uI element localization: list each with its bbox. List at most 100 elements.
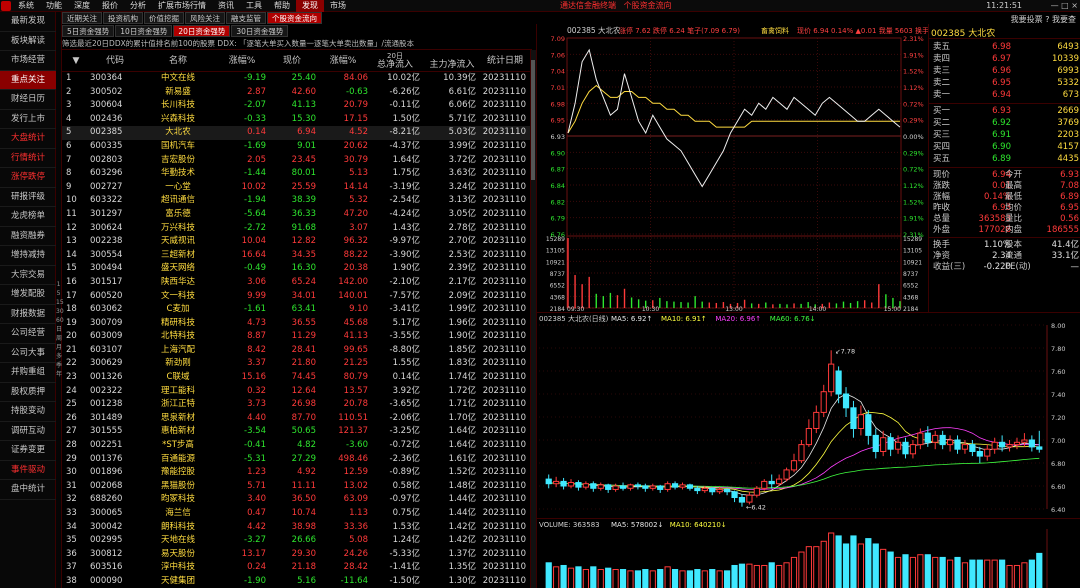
row-index[interactable]: 29 [66,453,86,467]
table-row[interactable]: 4 002436 兴森科技 -0.33 15.30 17.15 1.50亿 5.71亿 2023… [62,113,530,127]
stock-code[interactable]: 603296 [90,167,140,181]
row-index[interactable]: 7 [66,154,86,168]
sidebar-item[interactable]: 龙虎榜单 [0,207,56,227]
table-row[interactable]: 28 002251 *ST步高 -0.41 4.82 -3.60 -0.72亿 1.64亿 20… [62,439,530,453]
ask-row[interactable]: 卖三 6.96 6993 [933,66,1079,77]
sidebar-item[interactable]: 发行上市 [0,110,56,129]
menu-item[interactable]: 工具 [240,0,268,12]
col-name[interactable]: 名称 [142,50,214,72]
stock-code[interactable]: 603107 [90,344,140,358]
table-row[interactable]: 22 300629 新劲刚 3.37 21.80 21.25 1.55亿 1.83亿 20231… [62,357,530,371]
table-row[interactable]: 32 688260 昀冢科技 3.40 36.50 63.09 -0.97亿 1.44亿 202… [62,493,530,507]
table-row[interactable]: 14 300554 三超新材 16.64 34.35 88.22 -3.90亿 2.53亿 20… [62,249,530,263]
bid-row[interactable]: 买二 6.92 3769 [933,118,1079,129]
table-row[interactable]: 19 300709 精研科技 4.73 36.55 45.68 5.17亿 1.96亿 2023… [62,317,530,331]
table-row[interactable]: 17 600520 文一科技 9.99 34.01 140.01 -7.57亿 2.09亿 20… [62,290,530,304]
row-index[interactable]: 20 [66,330,86,344]
stock-name[interactable]: 盛天网络 [142,262,214,276]
stock-code[interactable]: 002727 [90,181,140,195]
sidebar-item[interactable]: 事件驱动 [0,461,56,480]
sidebar-item[interactable]: 盘中统计 [0,480,56,500]
sidebar-item[interactable]: 财报数据 [0,305,56,324]
row-index[interactable]: 1 [66,72,86,86]
table-row[interactable]: 35 002995 天地在线 -3.27 26.66 5.08 1.24亿 1.42亿 2023… [62,534,530,548]
table-row[interactable]: 33 300065 海兰信 0.47 10.74 1.13 0.75亿 1.44亿 202311… [62,507,530,521]
stock-code[interactable]: 301555 [90,425,140,439]
stock-name[interactable]: 长川科技 [142,99,214,113]
category-tab[interactable]: 价值挖掘 [144,12,184,24]
marquee-text[interactable]: 通达信金融终端 个股资金流向 [560,0,672,12]
row-index[interactable]: 15 [66,262,86,276]
row-index[interactable]: 22 [66,357,86,371]
menu-item[interactable]: 系统 [12,0,40,12]
stock-code[interactable]: 603062 [90,303,140,317]
row-index[interactable]: 10 [66,194,86,208]
stock-code[interactable]: 001238 [90,398,140,412]
table-row[interactable]: 37 603516 淳中科技 0.24 21.18 28.42 -1.41亿 1.35亿 202… [62,561,530,575]
row-index[interactable]: 36 [66,548,86,562]
volume-chart[interactable]: VOLUME: 363583 MA5: 578002↓ MA10: 640210↓ [536,518,1080,588]
stock-name[interactable]: 精研科技 [142,317,214,331]
stock-code[interactable]: 002803 [90,154,140,168]
row-index[interactable]: 37 [66,561,86,575]
ask-row[interactable]: 卖一 6.94 673 [933,90,1079,101]
sidebar-item[interactable]: 并购重组 [0,363,56,383]
period-button[interactable]: 季 [56,361,62,370]
window-controls[interactable]: — □ × [1051,1,1078,10]
period-button[interactable]: 年 [56,370,62,379]
period-button[interactable]: 多 [56,352,62,361]
table-row[interactable]: 26 301489 思泉新材 4.40 87.70 110.51 -2.06亿 1.70亿 20… [62,412,530,426]
sidebar-item[interactable]: 调研互动 [0,422,56,441]
stock-name[interactable]: 淳中科技 [142,561,214,575]
period-tab[interactable]: 20日资金强势 [173,25,231,37]
menu-item[interactable]: 报价 [96,0,124,12]
menu-item[interactable]: 市场 [324,0,352,12]
stock-code[interactable]: 301297 [90,208,140,222]
stock-code[interactable]: 001326 [90,371,140,385]
period-button[interactable]: 30 [56,307,64,316]
stock-name[interactable]: 北特科技 [142,330,214,344]
category-tab[interactable]: 投资机构 [103,12,143,24]
row-index[interactable]: 11 [66,208,86,222]
sidebar-item[interactable]: 研报评级 [0,188,56,207]
table-row[interactable]: 6 600335 国机汽车 -1.69 9.01 20.62 -4.37亿 3.99亿 2023… [62,140,530,154]
period-button[interactable]: 日 [56,325,62,334]
table-row[interactable]: 5 002385 大北农 0.14 6.94 4.52 -8.21亿 5.03亿 2023111… [62,126,530,140]
table-row[interactable]: 31 002068 黑猫股份 5.71 11.11 13.02 0.58亿 1.48亿 2023… [62,480,530,494]
ask-row[interactable]: 卖五 6.98 6493 [933,42,1079,53]
row-index[interactable]: 33 [66,507,86,521]
row-index[interactable]: 28 [66,439,86,453]
table-row[interactable]: 20 603009 北特科技 8.87 11.29 41.13 -3.55亿 1.90亿 202… [62,330,530,344]
row-index[interactable]: 5 [66,126,86,140]
ask-row[interactable]: 卖二 6.95 5332 [933,78,1079,89]
row-index[interactable]: 13 [66,235,86,249]
menu-item[interactable]: 资讯 [212,0,240,12]
sidebar-item[interactable]: 证券变更 [0,441,56,461]
stock-name[interactable]: 陕西华达 [142,276,214,290]
stock-name[interactable]: 天地在线 [142,534,214,548]
stock-code[interactable]: 002238 [90,235,140,249]
period-button[interactable]: 1 [56,280,61,289]
stock-code[interactable]: 300604 [90,99,140,113]
marquee-item[interactable]: 通达信金融终端 [560,1,616,10]
sidebar-item[interactable]: 重点关注 [0,70,56,90]
stock-name[interactable]: 惠柏新材 [142,425,214,439]
stock-name[interactable]: 吉宏股份 [142,154,214,168]
stock-name[interactable]: 富乐德 [142,208,214,222]
stock-name[interactable]: 国机汽车 [142,140,214,154]
stock-code[interactable]: 301489 [90,412,140,426]
row-index[interactable]: 6 [66,140,86,154]
row-index[interactable]: 3 [66,99,86,113]
stock-name[interactable]: 豫能控股 [142,466,214,480]
ask-row[interactable]: 卖四 6.97 10339 [933,54,1079,65]
stock-code[interactable]: 300709 [90,317,140,331]
sidebar-item[interactable]: 增发配股 [0,285,56,305]
stock-code[interactable]: 300554 [90,249,140,263]
table-row[interactable]: 34 300042 朗科科技 4.42 38.98 33.36 1.53亿 1.42亿 2023… [62,521,530,535]
table-row[interactable]: 10 603322 超讯通信 -1.94 38.39 5.32 -2.54亿 3.13亿 202… [62,194,530,208]
period-button[interactable]: 60 [56,316,64,325]
stock-name[interactable]: 思泉新材 [142,412,214,426]
row-index[interactable]: 25 [66,398,86,412]
menu-item[interactable]: 发现 [296,0,324,12]
stock-code[interactable]: 002251 [90,439,140,453]
